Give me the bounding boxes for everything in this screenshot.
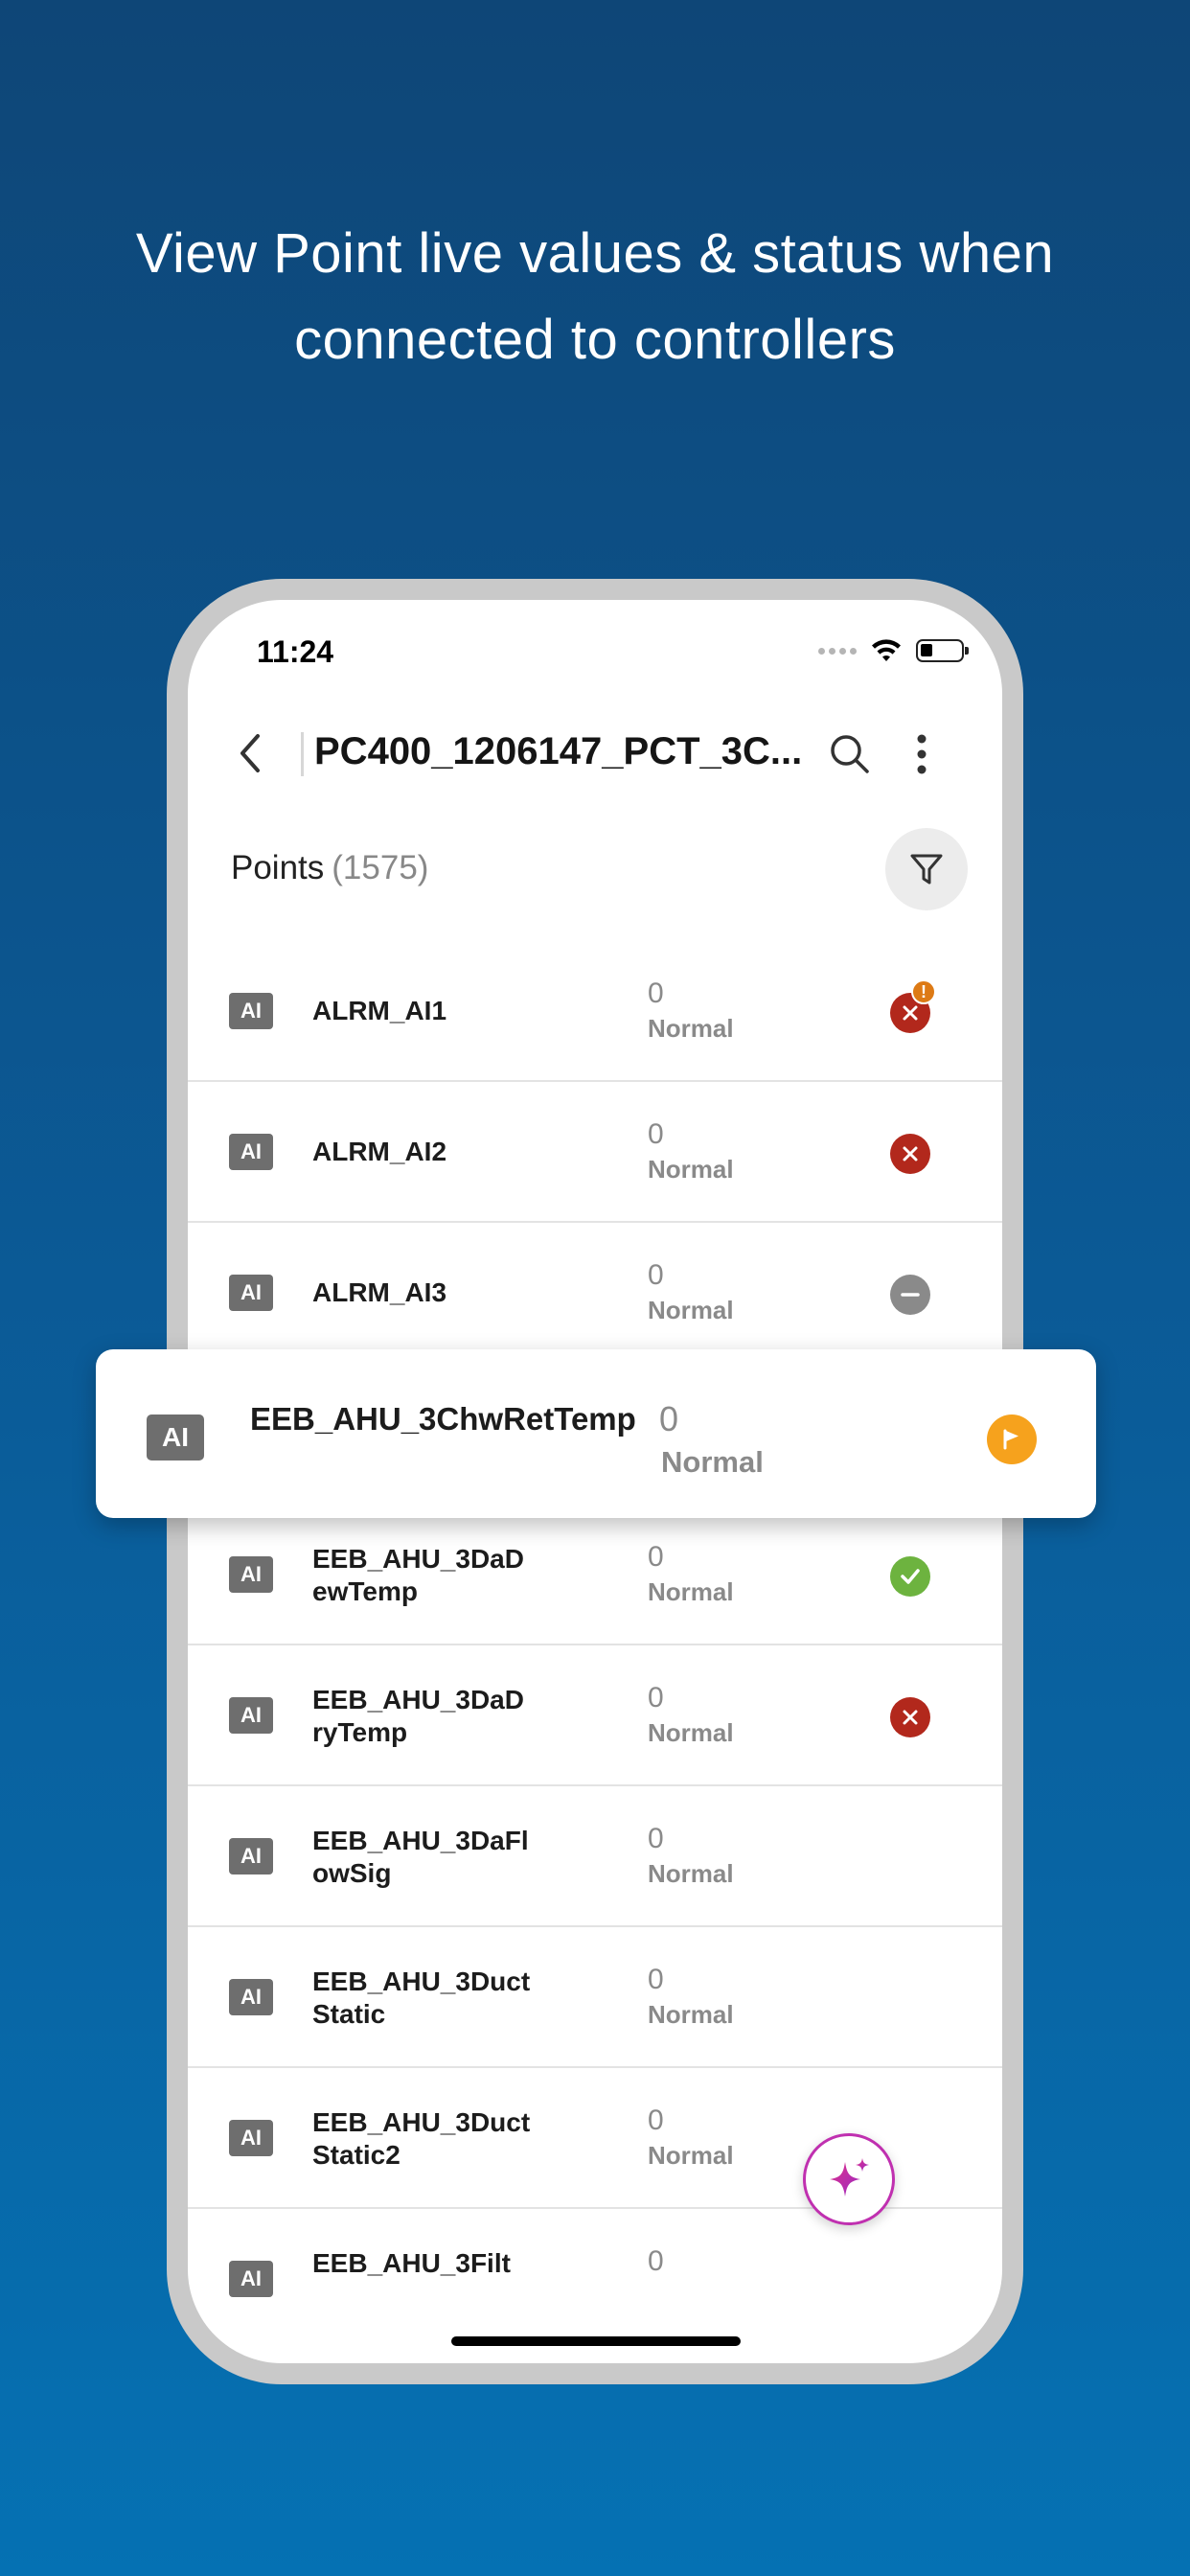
point-name: EEB_AHU_3DuctStatic2 bbox=[312, 2107, 531, 2170]
point-value: 0 bbox=[648, 2245, 664, 2277]
header-divider bbox=[301, 732, 304, 776]
point-status: Normal bbox=[648, 1296, 734, 1324]
cellular-signal-icon bbox=[818, 647, 857, 655]
point-name: ALRM_AI3 bbox=[312, 1277, 447, 1307]
disabled-icon bbox=[890, 1275, 930, 1315]
point-status: Normal bbox=[648, 1014, 734, 1043]
point-type-badge: AI bbox=[229, 2120, 273, 2156]
error-icon bbox=[890, 1134, 930, 1174]
point-name: EEB_AHU_3DaFlowSig bbox=[312, 1826, 529, 1888]
point-value: 0 bbox=[659, 1399, 679, 1438]
headline: View Point live values & status when con… bbox=[0, 211, 1190, 383]
list-item[interactable]: AI EEB_AHU_3DaDewTemp 0 Normal bbox=[188, 1505, 1002, 1645]
search-button[interactable] bbox=[826, 730, 874, 778]
point-type-badge: AI bbox=[229, 1275, 273, 1311]
wifi-icon bbox=[872, 639, 901, 661]
point-type-badge: AI bbox=[229, 1134, 273, 1170]
point-name: EEB_AHU_3DuctStatic bbox=[312, 1966, 531, 2029]
headline-line-2: connected to controllers bbox=[294, 309, 896, 371]
highlighted-point-card[interactable]: AI EEB_AHU_3ChwRetTemp 0 Normal bbox=[96, 1349, 1096, 1518]
status-time: 11:24 bbox=[257, 634, 334, 669]
list-item[interactable]: AI ALRM_AI2 0 Normal bbox=[188, 1082, 1002, 1223]
point-status: Normal bbox=[648, 1859, 734, 1888]
point-value: 0 bbox=[648, 1118, 664, 1150]
points-header: Points (1575) bbox=[188, 820, 1002, 916]
filter-button[interactable] bbox=[885, 828, 968, 910]
list-item[interactable]: AI EEB_AHU_3DaFlowSig 0 Normal bbox=[188, 1786, 1002, 1927]
points-title: Points bbox=[231, 849, 325, 886]
point-value: 0 bbox=[648, 1964, 664, 1995]
point-type-badge: AI bbox=[147, 1414, 204, 1460]
alert-badge-icon: ! bbox=[911, 979, 936, 1004]
page-title: PC400_1206147_PCT_3C... bbox=[314, 730, 803, 772]
point-value: 0 bbox=[648, 1682, 664, 1714]
points-count: (1575) bbox=[332, 849, 429, 886]
home-indicator bbox=[451, 2336, 741, 2346]
point-type-badge: AI bbox=[229, 1979, 273, 2015]
point-status: Normal bbox=[648, 1155, 734, 1184]
list-item[interactable]: AI EEB_AHU_3Filt 0 bbox=[188, 2209, 1002, 2350]
list-item[interactable]: AI EEB_AHU_3DaDryTemp 0 Normal bbox=[188, 1645, 1002, 1786]
point-type-badge: AI bbox=[229, 1838, 273, 1874]
chevron-left-icon bbox=[240, 734, 260, 772]
status-icons bbox=[818, 638, 969, 663]
point-status: Normal bbox=[648, 2000, 734, 2029]
point-status: Normal bbox=[648, 1577, 734, 1606]
point-value: 0 bbox=[648, 1541, 664, 1573]
status-bar: 11:24 bbox=[188, 600, 1002, 686]
point-name: EEB_AHU_3Filt bbox=[312, 2248, 511, 2278]
flag-icon bbox=[987, 1414, 1037, 1464]
point-name: EEB_AHU_3ChwRetTemp bbox=[250, 1401, 636, 1437]
point-status: Normal bbox=[661, 1445, 764, 1479]
error-alert-icon: ! bbox=[890, 979, 936, 1033]
more-options-button[interactable] bbox=[903, 730, 941, 778]
point-type-badge: AI bbox=[229, 2261, 273, 2297]
ai-assistant-button[interactable] bbox=[803, 2133, 895, 2225]
point-type-badge: AI bbox=[229, 1697, 273, 1734]
point-status: Normal bbox=[648, 2141, 734, 2170]
back-button[interactable] bbox=[226, 729, 274, 777]
sparkle-icon bbox=[830, 2158, 869, 2196]
point-value: 0 bbox=[648, 1259, 664, 1291]
point-value: 0 bbox=[648, 2104, 664, 2136]
error-icon bbox=[890, 1697, 930, 1737]
list-item[interactable]: AI ALRM_AI1 0 Normal ! bbox=[188, 941, 1002, 1082]
point-status: Normal bbox=[648, 1718, 734, 1747]
point-type-badge: AI bbox=[229, 1556, 273, 1593]
points-label: Points (1575) bbox=[231, 849, 428, 887]
ok-icon bbox=[890, 1556, 930, 1597]
app-header: PC400_1206147_PCT_3C... bbox=[188, 705, 1002, 801]
filter-icon bbox=[910, 854, 943, 885]
point-name: ALRM_AI2 bbox=[312, 1137, 447, 1166]
point-value: 0 bbox=[648, 978, 664, 1009]
battery-icon bbox=[916, 639, 969, 662]
point-name: ALRM_AI1 bbox=[312, 996, 447, 1025]
headline-line-1: View Point live values & status when bbox=[135, 222, 1055, 285]
point-name: EEB_AHU_3DaDryTemp bbox=[312, 1685, 524, 1747]
more-vertical-icon bbox=[917, 734, 927, 774]
point-type-badge: AI bbox=[229, 993, 273, 1029]
list-item[interactable]: AI ALRM_AI3 0 Normal bbox=[188, 1223, 1002, 1364]
point-value: 0 bbox=[648, 1823, 664, 1854]
point-name: EEB_AHU_3DaDewTemp bbox=[312, 1544, 524, 1606]
list-item[interactable]: AI EEB_AHU_3DuctStatic 0 Normal bbox=[188, 1927, 1002, 2068]
search-icon bbox=[831, 735, 869, 773]
